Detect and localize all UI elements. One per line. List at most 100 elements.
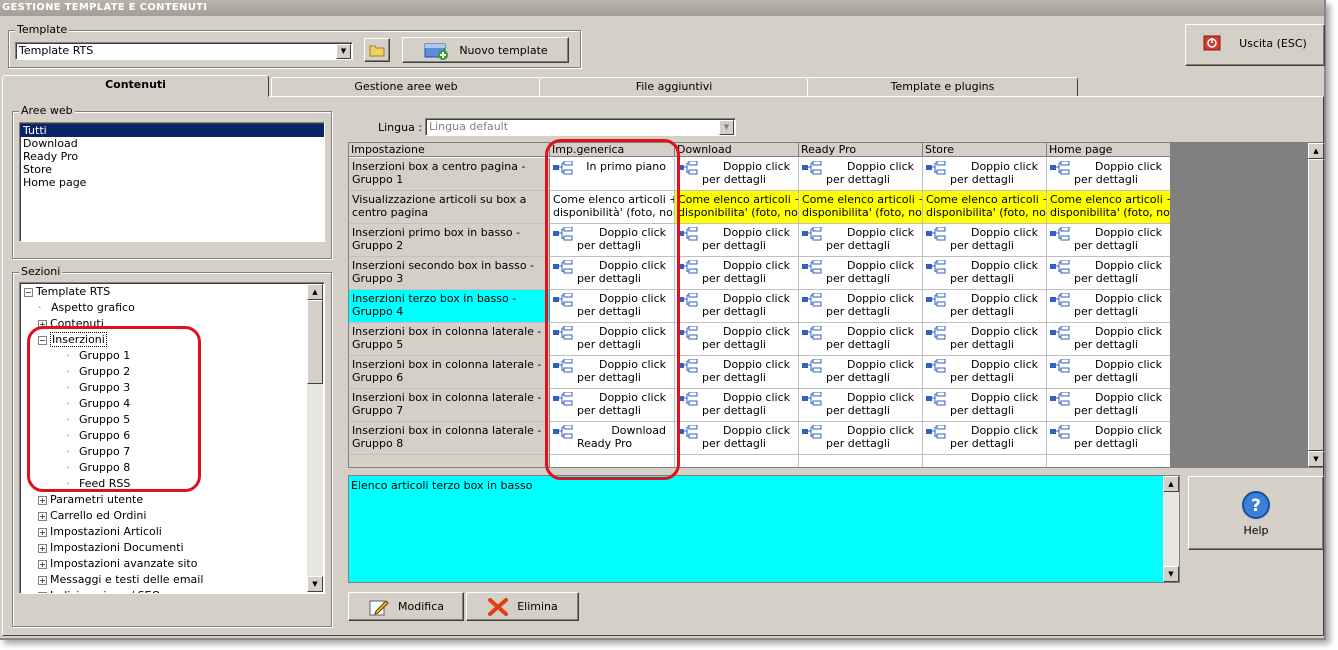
grid-cell[interactable]: Doppio click per dettagli [675, 257, 799, 290]
scroll-up-icon[interactable]: ▲ [1308, 143, 1324, 159]
row-header[interactable]: Visualizzazione articoli su box a centro… [349, 191, 550, 224]
list-item[interactable]: Home page [20, 176, 324, 189]
chevron-down-icon[interactable]: ▼ [336, 44, 351, 59]
list-item[interactable]: Tutti [20, 124, 324, 137]
grid-cell[interactable]: Doppio click per dettagli [923, 323, 1047, 356]
column-header[interactable]: Download [675, 143, 799, 157]
grid-cell[interactable]: Doppio click per dettagli [923, 356, 1047, 389]
new-template-button[interactable]: Nuovo template [402, 37, 569, 63]
grid-cell[interactable]: Come elenco articoli + disponibilita' (fo… [799, 191, 923, 224]
grid-cell[interactable]: Doppio click per dettagli [923, 257, 1047, 290]
row-header[interactable]: Inserzioni box a centro pagina - Gruppo … [349, 158, 550, 191]
grid-cell[interactable]: Doppio click per dettagli [675, 323, 799, 356]
tree-item[interactable]: + Impostazioni Articoli [38, 524, 162, 540]
grid-cell[interactable]: Doppio click per dettagli [799, 422, 923, 455]
grid-cell[interactable]: Doppio click per dettagli [799, 389, 923, 422]
grid-cell[interactable]: Doppio click per dettagli [1047, 422, 1171, 455]
grid-cell[interactable]: Doppio click per dettagli [675, 158, 799, 191]
grid-cell[interactable]: Doppio click per dettagli [923, 224, 1047, 257]
grid-cell[interactable]: Doppio click per dettagli [923, 389, 1047, 422]
grid-cell[interactable]: Doppio click per dettagli [675, 389, 799, 422]
row-header[interactable]: Inserzioni box in colonna laterale - Gru… [349, 389, 550, 422]
grid-cell[interactable]: Come elenco articoli + disponibilita' (fo… [1047, 191, 1171, 224]
grid-cell[interactable]: Doppio click per dettagli [675, 224, 799, 257]
tree-item[interactable]: +Indicizzazione / SEO [38, 588, 160, 593]
grid-cell[interactable]: Doppio click per dettagli [923, 290, 1047, 323]
grid-cell[interactable]: Doppio click per dettagli [675, 290, 799, 323]
collapse-icon[interactable]: − [24, 287, 33, 297]
grid-cell[interactable]: Come elenco articoli + disponibilita' (fo… [923, 191, 1047, 224]
row-header[interactable]: Inserzioni box in colonna laterale - Gru… [349, 323, 550, 356]
tree-item[interactable]: + Carrello ed Ordini [38, 508, 146, 524]
scroll-down-icon[interactable]: ▼ [1308, 451, 1324, 467]
tree-item[interactable]: · Aspetto grafico [38, 300, 135, 316]
scroll-thumb[interactable] [1308, 159, 1324, 451]
scroll-down-icon[interactable]: ▼ [1163, 566, 1179, 582]
grid-cell[interactable]: Doppio click per dettagli [1047, 389, 1171, 422]
list-item[interactable]: Ready Pro [20, 150, 324, 163]
row-header[interactable]: Inserzioni terzo box in basso - Gruppo 4 [349, 290, 550, 323]
grid-cell[interactable]: Doppio click per dettagli [1047, 356, 1171, 389]
expand-icon[interactable]: + [38, 543, 47, 553]
grid-cell[interactable]: Doppio click per dettagli [799, 224, 923, 257]
template-select[interactable]: Template RTS ▼ [15, 42, 353, 60]
list-item[interactable]: Download [20, 137, 324, 150]
exit-button[interactable]: Uscita (ESC) [1185, 24, 1325, 66]
grid-cell-empty[interactable] [349, 455, 550, 467]
row-header[interactable]: Inserzioni secondo box in basso - Gruppo… [349, 257, 550, 290]
grid-cell[interactable]: Doppio click per dettagli [1047, 257, 1171, 290]
scroll-up-icon[interactable]: ▲ [307, 284, 323, 300]
grid-cell[interactable]: Doppio click per dettagli [799, 290, 923, 323]
scroll-thumb[interactable] [307, 300, 323, 384]
grid-cell[interactable]: Doppio click per dettagli [923, 422, 1047, 455]
grid-cell[interactable]: Doppio click per dettagli [799, 356, 923, 389]
grid-cell-empty[interactable] [1047, 455, 1171, 467]
scroll-down-icon[interactable]: ▼ [307, 576, 323, 592]
row-header[interactable]: Inserzioni primo box in basso - Gruppo 2 [349, 224, 550, 257]
tree-item[interactable]: + Messaggi e testi delle email [38, 572, 203, 588]
lingua-select[interactable]: Lingua default ▼ [425, 118, 736, 136]
grid-cell[interactable]: Doppio click per dettagli [799, 323, 923, 356]
grid-cell[interactable]: Doppio click per dettagli [1047, 224, 1171, 257]
column-header[interactable]: Impostazione [349, 143, 550, 157]
grid-cell[interactable]: Come elenco articoli + disponibilita' (fo… [675, 191, 799, 224]
grid-cell[interactable]: Doppio click per dettagli [1047, 158, 1171, 191]
tab-gestione-aree-web[interactable]: Gestione aree web [271, 77, 541, 97]
edit-button[interactable]: Modifica [348, 592, 464, 621]
aree-web-list[interactable]: Tutti Download Ready Pro Store Home page [19, 122, 325, 242]
tree-item[interactable]: + Impostazioni avanzate sito [38, 556, 197, 572]
list-item[interactable]: Store [20, 163, 324, 176]
column-header[interactable]: Home page [1047, 143, 1171, 157]
tree-item[interactable]: + Parametri utente [38, 492, 143, 508]
delete-button[interactable]: Elimina [466, 592, 579, 621]
grid-cell[interactable]: Doppio click per dettagli [675, 422, 799, 455]
tab-file-aggiuntivi[interactable]: File aggiuntivi [539, 77, 809, 97]
expand-icon[interactable]: + [38, 575, 47, 585]
scroll-up-icon[interactable]: ▲ [1163, 476, 1179, 492]
grid-cell-empty[interactable] [923, 455, 1047, 467]
grid-cell[interactable]: Doppio click per dettagli [923, 158, 1047, 191]
row-header[interactable]: Inserzioni box in colonna laterale - Gru… [349, 422, 550, 455]
column-header[interactable]: Ready Pro [799, 143, 923, 157]
grid-cell[interactable]: Doppio click per dettagli [799, 257, 923, 290]
tab-contenuti[interactable]: Contenuti [2, 75, 269, 97]
expand-icon[interactable]: + [38, 511, 47, 521]
grid-cell-empty[interactable] [675, 455, 799, 467]
grid-scrollbar[interactable]: ▲ ▼ [1307, 142, 1324, 468]
tab-template-plugins[interactable]: Template e plugins [807, 77, 1078, 97]
tree-item[interactable]: − Template RTS [24, 284, 110, 300]
tree-item[interactable]: + Impostazioni Documenti [38, 540, 184, 556]
chevron-down-icon[interactable]: ▼ [719, 120, 734, 135]
help-button[interactable]: ? Help [1188, 476, 1324, 550]
settings-grid[interactable]: Impostazione Imp.generica Download Ready Pr… [348, 142, 1308, 468]
expand-icon[interactable]: + [38, 559, 47, 569]
expand-icon[interactable]: + [38, 591, 47, 593]
tree-scrollbar[interactable]: ▲ ▼ [307, 284, 323, 592]
column-header[interactable]: Store [923, 143, 1047, 157]
row-header[interactable]: Inserzioni box in colonna laterale - Gru… [349, 356, 550, 389]
grid-cell[interactable]: Doppio click per dettagli [675, 356, 799, 389]
description-memo[interactable]: Elenco articoli terzo box in basso ▲ ▼ [348, 475, 1180, 583]
expand-icon[interactable]: + [38, 527, 47, 537]
grid-cell-empty[interactable] [799, 455, 923, 467]
grid-cell[interactable]: Doppio click per dettagli [1047, 290, 1171, 323]
